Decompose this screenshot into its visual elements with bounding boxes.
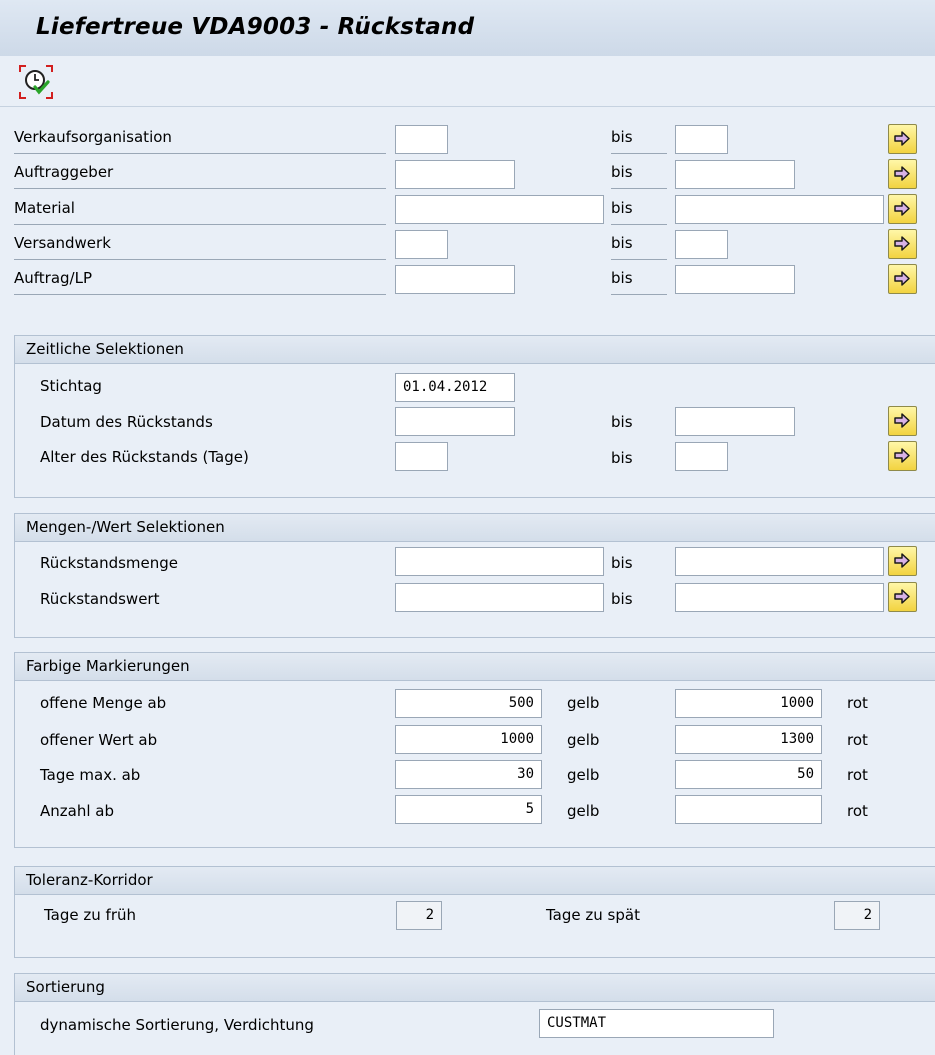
page-title: Liefertreue VDA9003 - Rückstand bbox=[36, 14, 475, 40]
range-row-label: Material bbox=[14, 199, 386, 225]
verkaufsorganisation-to-input[interactable] bbox=[675, 125, 728, 154]
rot-label: rot bbox=[847, 731, 868, 749]
group-title: Zeitliche Selektionen bbox=[15, 336, 935, 364]
datum-label: Datum des Rückstands bbox=[40, 413, 213, 431]
anzahl-gelb-input[interactable]: 5 bbox=[395, 795, 542, 824]
anzahl-rot-input[interactable] bbox=[675, 795, 822, 824]
stichtag-input[interactable]: 01.04.2012 bbox=[395, 373, 515, 402]
gelb-label: gelb bbox=[567, 731, 600, 749]
bis-label: bis bbox=[611, 413, 633, 431]
tage-zu-frueh-input[interactable]: 2 bbox=[396, 901, 442, 930]
sortierung-label: dynamische Sortierung, Verdichtung bbox=[40, 1016, 314, 1034]
auftrag-lp-to-input[interactable] bbox=[675, 265, 795, 294]
versandwerk-from-input[interactable] bbox=[395, 230, 448, 259]
group-title: Toleranz-Korridor bbox=[15, 867, 935, 895]
multiple-selection-button[interactable] bbox=[888, 582, 917, 612]
tage-zu-frueh-label: Tage zu früh bbox=[44, 906, 136, 924]
verkaufsorganisation-from-input[interactable] bbox=[395, 125, 448, 154]
offener-wert-label: offener Wert ab bbox=[40, 731, 158, 749]
multiple-selection-button[interactable] bbox=[888, 124, 917, 154]
rueckstandsmenge-label: Rückstandsmenge bbox=[40, 554, 179, 572]
offener-wert-rot-input[interactable]: 1300 bbox=[675, 725, 822, 754]
multiple-selection-arrow-icon bbox=[894, 271, 910, 286]
offene-menge-gelb-input[interactable]: 500 bbox=[395, 689, 542, 718]
rot-label: rot bbox=[847, 694, 868, 712]
rot-label: rot bbox=[847, 802, 868, 820]
auftrag-lp-from-input[interactable] bbox=[395, 265, 515, 294]
tage-zu-spaet-input[interactable]: 2 bbox=[834, 901, 880, 930]
rueckstandswert-from-input[interactable] bbox=[395, 583, 604, 612]
multiple-selection-arrow-icon bbox=[894, 448, 910, 463]
multiple-selection-arrow-icon bbox=[894, 166, 910, 181]
group-title: Farbige Markierungen bbox=[15, 653, 935, 681]
tage-max-label: Tage max. ab bbox=[40, 766, 141, 784]
tage-zu-spaet-label: Tage zu spät bbox=[546, 906, 640, 924]
multiple-selection-button[interactable] bbox=[888, 194, 917, 224]
execute-button[interactable] bbox=[18, 63, 54, 101]
rueckstandswert-to-input[interactable] bbox=[675, 583, 884, 612]
rueckstandsmenge-from-input[interactable] bbox=[395, 547, 604, 576]
multiple-selection-button[interactable] bbox=[888, 441, 917, 471]
material-to-input[interactable] bbox=[675, 195, 884, 224]
bis-label: bis bbox=[611, 163, 667, 189]
anzahl-label: Anzahl ab bbox=[40, 802, 114, 820]
bis-label: bis bbox=[611, 554, 633, 572]
multiple-selection-arrow-icon bbox=[894, 236, 910, 251]
multiple-selection-arrow-icon bbox=[894, 589, 910, 604]
multiple-selection-arrow-icon bbox=[894, 131, 910, 146]
rot-label: rot bbox=[847, 766, 868, 784]
bis-label: bis bbox=[611, 234, 667, 260]
range-row-label: Auftrag/LP bbox=[14, 269, 386, 295]
title-bar: Liefertreue VDA9003 - Rückstand bbox=[0, 0, 935, 56]
group-title: Sortierung bbox=[15, 974, 935, 1002]
range-row-label: Verkaufsorganisation bbox=[14, 128, 386, 154]
offene-menge-rot-input[interactable]: 1000 bbox=[675, 689, 822, 718]
sortierung-input[interactable]: CUSTMAT bbox=[539, 1009, 774, 1038]
group-sortierung: Sortierung bbox=[14, 973, 935, 1055]
multiple-selection-button[interactable] bbox=[888, 546, 917, 576]
bis-label: bis bbox=[611, 269, 667, 295]
group-title: Mengen-/Wert Selektionen bbox=[15, 514, 935, 542]
bis-label: bis bbox=[611, 590, 633, 608]
auftraggeber-to-input[interactable] bbox=[675, 160, 795, 189]
multiple-selection-button[interactable] bbox=[888, 264, 917, 294]
stichtag-label: Stichtag bbox=[40, 377, 102, 395]
group-toleranz-korridor: Toleranz-Korridor bbox=[14, 866, 935, 958]
offene-menge-label: offene Menge ab bbox=[40, 694, 167, 712]
multiple-selection-button[interactable] bbox=[888, 406, 917, 436]
multiple-selection-button[interactable] bbox=[888, 159, 917, 189]
gelb-label: gelb bbox=[567, 802, 600, 820]
range-row-label: Versandwerk bbox=[14, 234, 386, 260]
multiple-selection-arrow-icon bbox=[894, 201, 910, 216]
tage-max-rot-input[interactable]: 50 bbox=[675, 760, 822, 789]
tage-max-gelb-input[interactable]: 30 bbox=[395, 760, 542, 789]
bis-label: bis bbox=[611, 128, 667, 154]
offener-wert-gelb-input[interactable]: 1000 bbox=[395, 725, 542, 754]
multiple-selection-arrow-icon bbox=[894, 553, 910, 568]
gelb-label: gelb bbox=[567, 694, 600, 712]
bis-label: bis bbox=[611, 199, 667, 225]
material-from-input[interactable] bbox=[395, 195, 604, 224]
multiple-selection-arrow-icon bbox=[894, 413, 910, 428]
rueckstandswert-label: Rückstandswert bbox=[40, 590, 160, 608]
alter-to-input[interactable] bbox=[675, 442, 728, 471]
gelb-label: gelb bbox=[567, 766, 600, 784]
alter-from-input[interactable] bbox=[395, 442, 448, 471]
execute-clock-icon bbox=[19, 65, 53, 99]
alter-label: Alter des Rückstands (Tage) bbox=[40, 448, 249, 466]
datum-from-input[interactable] bbox=[395, 407, 515, 436]
versandwerk-to-input[interactable] bbox=[675, 230, 728, 259]
datum-to-input[interactable] bbox=[675, 407, 795, 436]
application-toolbar bbox=[0, 56, 935, 107]
range-row-label: Auftraggeber bbox=[14, 163, 386, 189]
auftraggeber-from-input[interactable] bbox=[395, 160, 515, 189]
multiple-selection-button[interactable] bbox=[888, 229, 917, 259]
bis-label: bis bbox=[611, 449, 633, 467]
rueckstandsmenge-to-input[interactable] bbox=[675, 547, 884, 576]
